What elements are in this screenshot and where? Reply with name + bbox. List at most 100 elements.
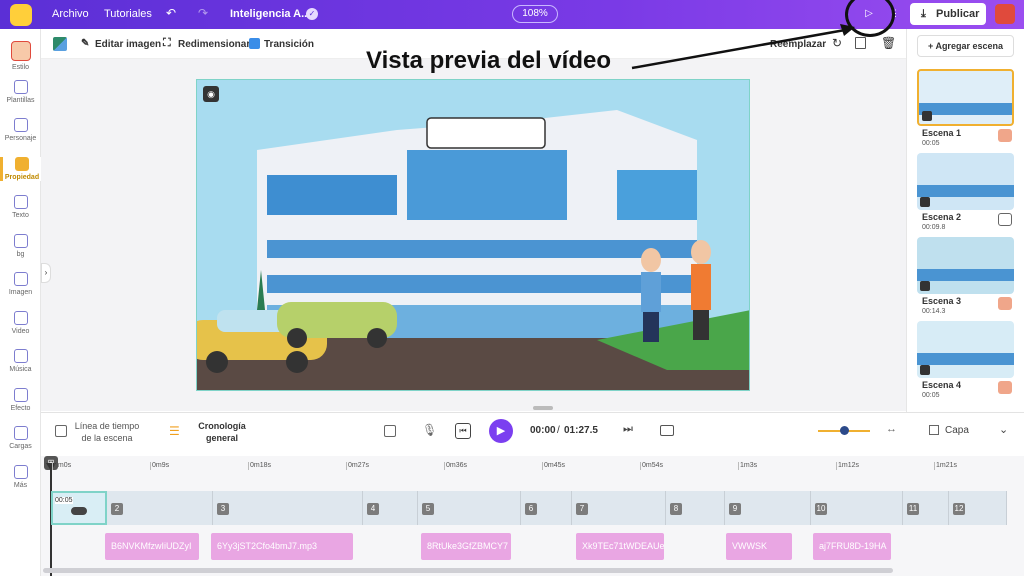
sidebar-item-label: Imagen (8, 289, 33, 296)
scene-clip[interactable]: 3 (213, 491, 363, 525)
skip-end-icon[interactable]: ⏭ (623, 423, 633, 436)
scene-clip[interactable]: 5 (418, 491, 521, 525)
scene-clip[interactable]: 00:05 (51, 491, 107, 525)
sidebar-item-text[interactable]: Texto (0, 195, 41, 219)
saved-check-icon: ✓ (306, 8, 318, 20)
sidebar-item-bg[interactable]: bg (0, 233, 41, 258)
audio-clip[interactable]: 8RtUke3GfZBMCY7 (421, 533, 511, 560)
scene-color-swatch[interactable] (998, 129, 1012, 142)
scene-preview-canvas[interactable]: ◉ (196, 79, 750, 391)
scene-duration: 00:09.8 (922, 224, 946, 231)
scene-clip[interactable]: 9 (725, 491, 811, 525)
scene-clip[interactable]: 8 (666, 491, 725, 525)
scene-clip[interactable]: 12 (949, 491, 1007, 525)
sidebar-collapse-chevron-icon[interactable]: › (41, 263, 51, 283)
scene-color-swatch[interactable] (998, 297, 1012, 310)
tick-line (738, 462, 739, 470)
scene-thumbnail[interactable] (917, 321, 1014, 378)
general-timeline-icon[interactable]: ☰ (169, 424, 180, 438)
scene-clip[interactable]: 10 (811, 491, 903, 525)
download-icon: ⤓ (921, 8, 926, 20)
tick-line (542, 462, 543, 470)
timeline-scrollbar[interactable] (43, 568, 893, 573)
effect-icon (13, 387, 28, 402)
time-tick: 0m27s (348, 462, 370, 469)
audio-clip[interactable]: B6NVKMfzwIiUDZyI (105, 533, 199, 560)
scene-label: Escena 4 (922, 380, 962, 390)
add-scene-button[interactable]: + Agregar escena (917, 35, 1014, 57)
audio-clip[interactable]: Xk9TEc71tWDEAUe (576, 533, 664, 560)
sidebar-item-property[interactable]: Propiedad (0, 156, 41, 181)
sidebar-item-effect[interactable]: Efecto (0, 387, 41, 412)
play-button[interactable]: ▶ (489, 419, 513, 443)
menu-tutorials[interactable]: Tutoriales (104, 8, 152, 20)
resize-button[interactable]: Redimensionar (178, 39, 250, 50)
redo-icon[interactable]: ↷ (198, 6, 208, 20)
menu-file[interactable]: Archivo (52, 8, 89, 20)
camera-icon (920, 365, 930, 375)
sidebar-item-more[interactable]: Más (0, 464, 41, 489)
color-palette-icon[interactable] (53, 37, 67, 51)
sidebar-item-image[interactable]: Imagen (0, 272, 41, 296)
tick-line (444, 462, 445, 470)
scene-clip[interactable]: 6 (521, 491, 572, 525)
zoom-level[interactable]: 108% (512, 5, 558, 23)
style-icon (10, 41, 31, 61)
video-icon (13, 310, 28, 325)
camera-icon[interactable]: ◉ (203, 86, 219, 102)
audio-clip[interactable]: VWWSK (726, 533, 792, 560)
templates-icon (13, 79, 28, 94)
edit-image-button[interactable]: Editar imagen (95, 39, 161, 50)
avatar[interactable] (995, 4, 1015, 24)
sidebar-item-style[interactable]: Estilo (0, 41, 41, 71)
tick-line (346, 462, 347, 470)
scene-clip[interactable]: 11 (903, 491, 949, 525)
sidebar-item-label: Texto (12, 212, 29, 219)
audio-clip[interactable]: aj7FRU8D-19HA (813, 533, 891, 560)
layer-icon[interactable] (929, 425, 939, 435)
time-separator: / (557, 425, 560, 436)
sidebar-item-music[interactable]: Música (0, 349, 41, 373)
publish-button[interactable]: ⤓ Publicar (910, 3, 986, 25)
sidebar-item-templates[interactable]: Plantillas (0, 79, 41, 104)
sidebar-item-video[interactable]: Video (0, 310, 41, 335)
scene-thumbnail[interactable] (917, 237, 1014, 294)
tick-line (248, 462, 249, 470)
clip-number: 11 (907, 503, 919, 515)
chevron-down-icon[interactable]: ⌄ (999, 423, 1008, 436)
sidebar-item-character[interactable]: Personaje (0, 118, 41, 142)
panel-resize-handle[interactable] (533, 406, 553, 410)
scene-timeline-tab[interactable]: Línea de tiempo de la escena (71, 420, 143, 444)
property-icon (15, 156, 29, 171)
microphone-icon[interactable]: 🎙 (422, 423, 437, 437)
scene-clip[interactable]: 4 (363, 491, 418, 525)
fit-icon[interactable]: ↔ (886, 423, 897, 435)
app-logo-icon[interactable] (10, 4, 32, 26)
time-tick: 0m9s (152, 462, 170, 469)
sidebar-item-label: Música (9, 366, 32, 373)
scene-clip[interactable]: 7 (572, 491, 666, 525)
scene-timeline-icon[interactable] (55, 425, 67, 437)
scene-duration: 00:14.3 (922, 308, 946, 315)
scene-duration: 00:05 (922, 392, 940, 399)
audio-clip[interactable]: 6Yy3jST2Cfo4bmJ7.mp3 (211, 533, 353, 560)
scene-clip[interactable]: 2 (107, 491, 213, 525)
transition-icon[interactable] (998, 213, 1012, 226)
zoom-slider-handle[interactable] (840, 426, 849, 435)
scene-color-swatch[interactable] (998, 381, 1012, 394)
time-tick: 0m0s (54, 462, 72, 469)
general-timeline-tab[interactable]: Cronología general (191, 420, 253, 444)
rewind-icon[interactable]: ⏮ (455, 423, 471, 439)
scene-thumbnail[interactable] (917, 153, 1014, 210)
screenshot-icon[interactable] (384, 425, 396, 437)
project-title[interactable]: Inteligencia A... (230, 8, 310, 20)
transition-button[interactable]: Transición (264, 39, 314, 50)
sidebar-item-uploads[interactable]: Cargas (0, 426, 41, 450)
tick-line (52, 462, 53, 470)
layer-label[interactable]: Capa (945, 425, 969, 436)
undo-icon[interactable]: ↶ (166, 6, 176, 20)
scene-thumbnail[interactable] (917, 69, 1014, 126)
subtitles-icon[interactable] (660, 425, 674, 436)
delete-icon[interactable]: 🗑 (881, 36, 896, 50)
clip-number: 5 (422, 503, 434, 515)
